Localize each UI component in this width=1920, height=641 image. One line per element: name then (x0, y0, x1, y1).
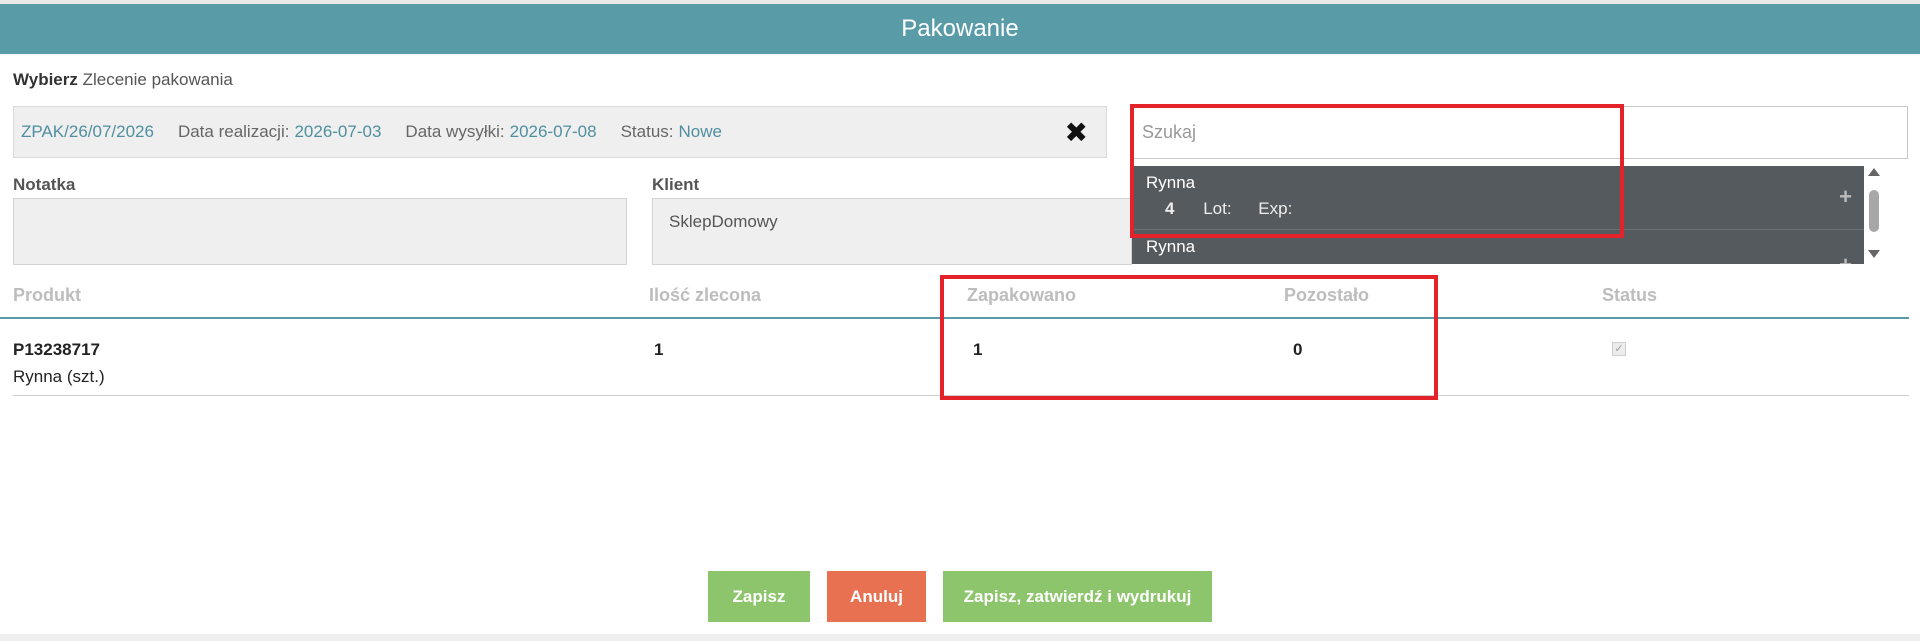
column-header-remaining: Pozostało (1284, 285, 1370, 305)
ordered-qty: 1 (654, 340, 664, 359)
clear-order-icon[interactable]: ✖ (1065, 119, 1088, 147)
note-field[interactable] (13, 198, 627, 265)
shipping-label: Data wysyłki: (405, 122, 505, 141)
column-header-product: Produkt (13, 285, 82, 305)
scrollbar-thumb[interactable] (1869, 190, 1879, 232)
cancel-button[interactable]: Anuluj (827, 571, 926, 622)
search-result-item[interactable]: Rynna + (1132, 230, 1864, 264)
order-select-label: Wybierz Zlecenie pakowania (13, 70, 233, 90)
client-field: SklepDomowy (652, 198, 1132, 265)
dropdown-scrollbar[interactable] (1864, 166, 1884, 264)
note-label: Notatka (13, 175, 76, 194)
page-title: Pakowanie (901, 15, 1019, 42)
search-result-qty: 4 (1165, 199, 1175, 218)
column-header-packed: Zapakowano (967, 285, 1077, 305)
client-label: Klient (652, 175, 700, 194)
product-code: P13238717 (13, 340, 100, 359)
column-header-status: Status (1602, 285, 1658, 305)
search-results-dropdown: Rynna 4 Lot: Exp: + Rynna + (1132, 166, 1864, 264)
order-id: ZPAK/26/07/2026 (21, 122, 154, 141)
remaining-qty: 0 (1293, 340, 1303, 359)
column-header-ordered: Ilość zlecona (649, 285, 762, 305)
search-result-meta: 4 Lot: Exp: (1165, 199, 1314, 219)
search-result-item[interactable]: Rynna 4 Lot: Exp: + (1132, 166, 1864, 230)
row-divider (13, 395, 1909, 396)
page-header: Pakowanie (0, 4, 1920, 54)
add-result-plus-icon[interactable]: + (1839, 184, 1852, 210)
realization-label: Data realizacji: (177, 122, 290, 141)
scroll-up-arrow-icon[interactable] (1868, 168, 1880, 176)
realization-date: 2026-07-03 (294, 122, 382, 141)
search-input[interactable] (1131, 106, 1908, 159)
search-result-lot-label: Lot: (1203, 199, 1232, 218)
order-select-label-rest: Zlecenie pakowania (82, 70, 233, 89)
product-name: Rynna (szt.) (13, 367, 105, 386)
save-confirm-print-button[interactable]: Zapisz, zatwierdź i wydrukuj (943, 571, 1212, 622)
save-button[interactable]: Zapisz (708, 571, 810, 622)
status-label: Status: (620, 122, 674, 141)
status-checkbox[interactable]: ✓ (1612, 342, 1626, 356)
scroll-down-arrow-icon[interactable] (1868, 250, 1880, 258)
add-result-plus-icon[interactable]: + (1839, 252, 1852, 264)
bottom-strip (0, 634, 1920, 641)
order-select-label-bold: Wybierz (13, 70, 78, 89)
search-result-exp-label: Exp: (1258, 199, 1293, 218)
status-value: Nowe (678, 122, 722, 141)
shipping-date: 2026-07-08 (509, 122, 597, 141)
search-result-name: Rynna (1146, 173, 1196, 192)
table-header-divider (0, 317, 1909, 319)
search-result-name: Rynna (1146, 237, 1196, 256)
selected-order-box[interactable]: ZPAK/26/07/2026 Data realizacji: 2026-07… (13, 106, 1107, 158)
packed-qty: 1 (973, 340, 983, 359)
client-value: SklepDomowy (669, 212, 778, 231)
